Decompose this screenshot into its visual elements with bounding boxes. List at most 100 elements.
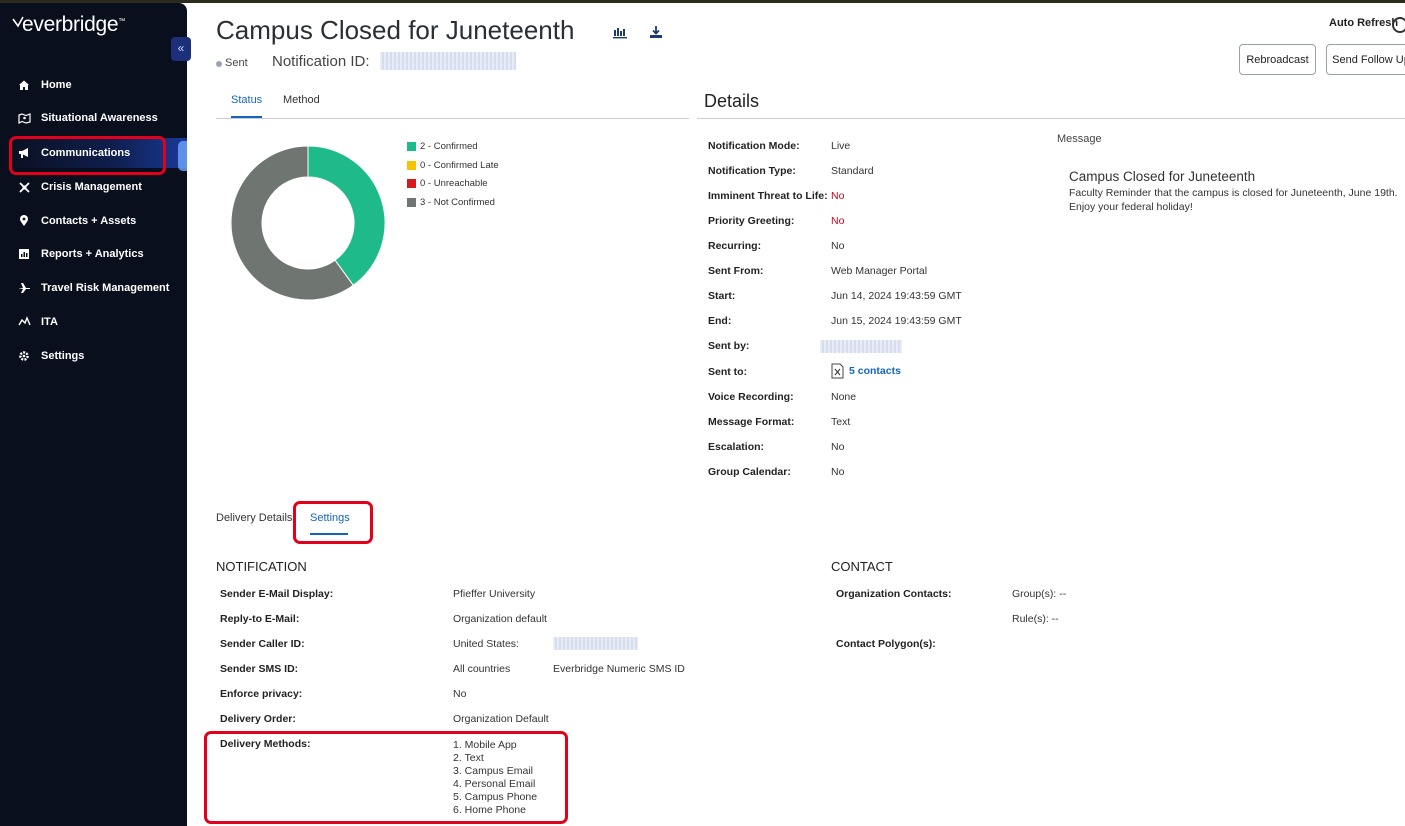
setting-value: United States: [453,638,519,650]
active-nav-indicator [178,141,187,171]
sidebar: everbridge™ « Home Situational Awareness… [0,3,191,826]
detail-value: Standard [831,165,874,177]
setting-label: Enforce privacy: [220,688,303,700]
crisis-icon [17,180,31,194]
message-title: Campus Closed for Juneteenth [1069,169,1256,184]
bar-chart-icon[interactable] [612,25,628,39]
detail-value: No [831,441,845,453]
home-icon [17,78,31,92]
sidebar-item-settings[interactable]: Settings [0,341,187,371]
donut-slice-confirmed[interactable] [307,145,386,286]
detail-value: Jun 15, 2024 19:43:59 GMT [831,315,962,327]
legend-swatch [407,142,416,151]
tab-delivery-details[interactable]: Delivery Details [216,512,292,524]
collapse-sidebar-button[interactable]: « [171,37,191,61]
detail-label: Sent From: [708,265,764,277]
setting-label: Reply-to E-Mail: [220,613,300,625]
detail-label: Escalation: [708,441,765,453]
everbridge-logo[interactable]: everbridge™ [22,13,125,37]
details-heading: Details [704,91,760,111]
sidebar-item-label: ITA [41,316,58,328]
detail-label: Sent by: [708,340,750,352]
setting-value: Organization Default [453,713,549,725]
sidebar-item-situational-awareness[interactable]: Situational Awareness [0,103,187,133]
setting-value: Rule(s): -- [1012,613,1059,625]
detail-value: No [831,215,845,227]
detail-value: Jun 14, 2024 19:43:59 GMT [831,290,962,302]
excel-file-icon [831,363,844,379]
page-title: Campus Closed for Juneteenth [216,15,575,45]
legend-label: 0 - Confirmed Late [420,160,499,171]
detail-label: End: [708,315,732,327]
tab-status[interactable]: Status [231,94,262,106]
detail-value: No [831,190,845,202]
setting-label: Delivery Order: [220,713,296,725]
detail-label: Imminent Threat to Life: [708,190,828,202]
notification-section-heading: NOTIFICATION [216,559,307,574]
sidebar-item-reports-analytics[interactable]: Reports + Analytics [0,239,187,269]
setting-value: Pfieffer University [453,588,536,600]
tabs-divider [216,118,689,119]
sent-to-contacts-link[interactable]: 5 contacts [831,363,901,379]
sidebar-item-label: Situational Awareness [41,112,158,124]
gear-icon [17,349,31,363]
chart-icon [17,247,31,261]
detail-value: None [831,391,857,403]
setting-label: Sender Caller ID: [220,638,305,650]
contact-section-heading: CONTACT [831,559,893,574]
setting-label: Contact Polygon(s): [836,638,936,650]
legend-item-confirmed-late[interactable]: 0 - Confirmed Late [407,160,499,171]
detail-value: No [831,240,845,252]
detail-label: Priority Greeting: [708,215,795,227]
window-top-border [0,0,1405,3]
contacts-count-link[interactable]: 5 contacts [849,365,901,377]
detail-value: Text [831,416,851,428]
sidebar-item-label: Crisis Management [41,181,142,193]
status-dot [216,61,222,67]
setting-value: Organization default [453,613,547,625]
detail-value: Web Manager Portal [831,265,928,277]
sidebar-item-travel-risk-management[interactable]: Travel Risk Management [0,273,187,303]
setting-value: No [453,688,467,700]
sidebar-item-contacts-assets[interactable]: Contacts + Assets [0,206,187,236]
sidebar-item-label: Reports + Analytics [41,248,144,260]
detail-label: Group Calendar: [708,466,791,478]
message-label: Message [1057,133,1102,145]
redacted-sent-by [820,340,902,353]
setting-label: Sender SMS ID: [220,663,299,675]
sidebar-item-ita[interactable]: ITA [0,307,187,337]
status-donut-chart [230,145,386,301]
setting-value: All countries [453,663,511,675]
details-divider [697,118,1405,119]
redacted-notification-id [380,52,516,70]
tab-method[interactable]: Method [283,94,320,106]
send-follow-up-button[interactable]: Send Follow Up [1326,44,1405,75]
sidebar-item-home[interactable]: Home [0,70,187,100]
auto-refresh-toggle[interactable] [1392,17,1405,33]
detail-label: Recurring: [708,240,762,252]
setting-value: Everbridge Numeric SMS ID [553,663,685,675]
location-pin-icon [17,214,31,228]
legend-item-confirmed[interactable]: 2 - Confirmed [407,141,478,152]
legend-item-unreachable[interactable]: 0 - Unreachable [407,178,488,189]
redacted-caller-id [553,637,638,650]
legend-swatch [407,161,416,170]
map-icon [17,111,31,125]
highlight-delivery-methods [204,731,568,824]
legend-label: 2 - Confirmed [420,141,478,152]
legend-swatch [407,179,416,188]
sidebar-item-crisis-management[interactable]: Crisis Management [0,172,187,202]
status-badge: Sent [225,57,248,69]
highlight-settings-tab [293,501,373,544]
auto-refresh-label: Auto Refresh [1329,17,1399,29]
detail-label: Notification Type: [708,165,796,177]
notification-id-label: Notification ID: [272,53,370,70]
rebroadcast-button[interactable]: Rebroadcast [1239,44,1316,75]
double-chevron-left-icon: « [177,41,185,55]
detail-label: Sent to: [708,366,748,378]
detail-value: No [831,466,845,478]
sidebar-item-label: Settings [41,350,85,362]
legend-item-not-confirmed[interactable]: 3 - Not Confirmed [407,197,495,208]
download-icon[interactable] [648,25,664,39]
legend-label: 3 - Not Confirmed [420,197,495,208]
